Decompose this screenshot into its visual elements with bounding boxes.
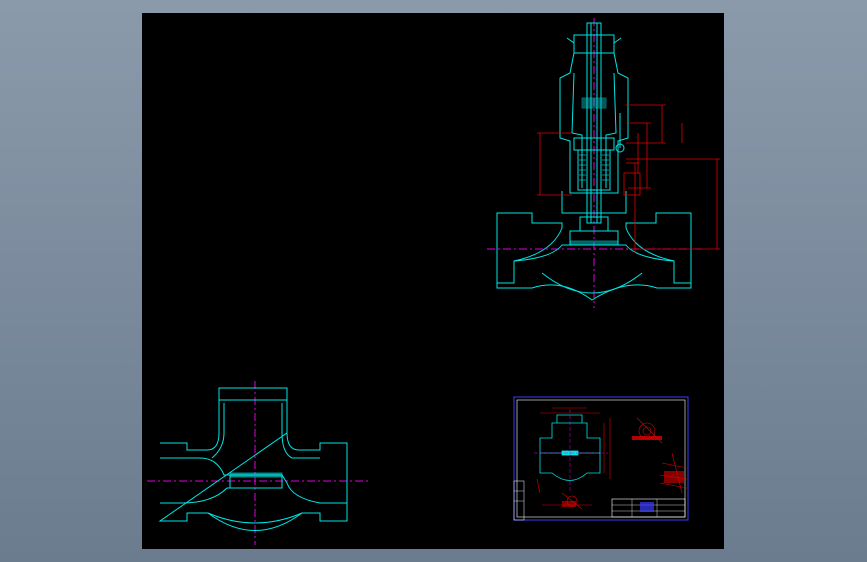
valve-vertical-section[interactable] (487, 18, 702, 308)
cad-drawing-canvas (147, 18, 720, 545)
valve-body-section[interactable] (147, 381, 370, 545)
drawing-sheet-preview[interactable] (513, 396, 689, 521)
cad-drawing-viewport[interactable] (142, 13, 724, 549)
